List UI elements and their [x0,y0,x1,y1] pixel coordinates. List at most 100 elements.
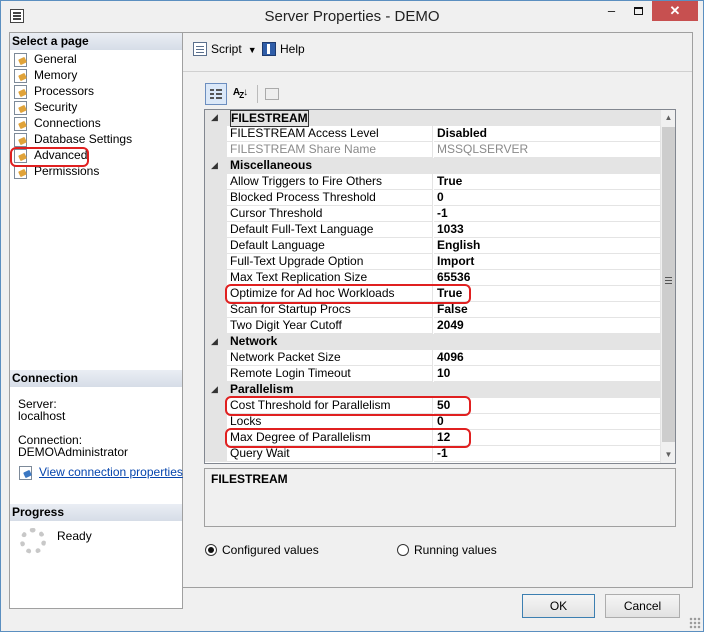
property-value[interactable]: 0 [434,190,660,206]
property-name: Full-Text Upgrade Option [227,254,433,270]
collapse-icon[interactable]: ◢ [211,158,218,173]
property-row[interactable]: FILESTREAM Share Name MSSQLSERVER [205,142,660,158]
configured-values-radio[interactable]: Configured values [205,543,319,557]
help-icon [262,42,276,56]
property-row[interactable]: Two Digit Year Cutoff 2049 [205,318,660,334]
scroll-down-icon[interactable]: ▼ [661,447,675,462]
select-page-header: Select a page [10,33,182,50]
page-label: General [34,52,77,66]
ok-button[interactable]: OK [522,594,595,618]
category-row[interactable]: ◢ Network [205,334,660,350]
property-row[interactable]: Default Full-Text Language 1033 [205,222,660,238]
page-advanced[interactable]: Advanced [13,147,87,163]
connection-header: Connection [10,370,182,387]
server-properties-window: Server Properties - DEMO – ✕ Select a pa… [0,0,704,632]
help-button[interactable]: Help [262,42,305,56]
property-name: Allow Triggers to Fire Others [227,174,433,190]
page-database-settings[interactable]: Database Settings [13,131,132,147]
sort-alphabetical-icon[interactable]: AZ↓ [229,83,251,105]
page-processors[interactable]: Processors [13,83,94,99]
property-value[interactable]: -1 [434,446,660,462]
minimize-button[interactable]: – [598,1,625,21]
property-value[interactable]: Disabled [434,126,660,142]
property-value[interactable]: English [434,238,660,254]
categorized-icon[interactable] [205,83,227,105]
property-name: Two Digit Year Cutoff [227,318,433,334]
property-value[interactable]: 10 [434,366,660,382]
category-label: Network [230,334,278,348]
property-row[interactable]: Max Text Replication Size 65536 [205,270,660,286]
page-connections[interactable]: Connections [13,115,101,131]
collapse-icon[interactable]: ◢ [211,334,218,349]
property-value[interactable]: 50 [434,398,660,414]
collapse-icon[interactable]: ◢ [211,382,218,397]
property-value[interactable]: Import [434,254,660,270]
maximize-icon [634,7,643,15]
property-value[interactable]: False [434,302,660,318]
scroll-up-icon[interactable]: ▲ [661,110,675,125]
property-row[interactable]: FILESTREAM Access Level Disabled [205,126,660,142]
vertical-scrollbar[interactable]: ▲ ▼ [660,110,675,463]
property-name: Max Degree of Parallelism [227,430,433,446]
maximize-button[interactable] [625,1,652,21]
property-row[interactable]: Remote Login Timeout 10 [205,366,660,382]
left-pane: Select a page General Memory Processors … [9,32,183,609]
property-row[interactable]: Scan for Startup Procs False [205,302,660,318]
property-value[interactable]: 65536 [434,270,660,286]
scroll-grip-icon [665,277,672,284]
property-pages-icon[interactable] [261,83,283,105]
property-row[interactable]: Cursor Threshold -1 [205,206,660,222]
property-grid: ◢ FILESTREAM FILESTREAM Access Level Disab… [204,109,676,464]
page-general[interactable]: General [13,51,77,67]
category-row[interactable]: ◢ Miscellaneous [205,158,660,174]
close-button[interactable]: ✕ [652,1,698,21]
page-permissions[interactable]: Permissions [13,163,99,179]
property-name: Scan for Startup Procs [227,302,433,318]
page-memory[interactable]: Memory [13,67,77,83]
property-value[interactable]: 4096 [434,350,660,366]
property-row[interactable]: Allow Triggers to Fire Others True [205,174,660,190]
page-label: Processors [34,84,95,98]
property-value[interactable]: 2049 [434,318,660,334]
property-name: Locks [227,414,433,430]
category-row[interactable]: ◢ Parallelism [205,382,660,398]
property-value[interactable]: True [434,174,660,190]
property-name: FILESTREAM Access Level [227,126,433,142]
page-icon [13,132,29,147]
property-row[interactable]: Network Packet Size 4096 [205,350,660,366]
property-name: Blocked Process Threshold [227,190,433,206]
property-row[interactable]: Default Language English [205,238,660,254]
view-connection-properties-link[interactable]: View connection properties [18,465,183,480]
property-row[interactable]: Cost Threshold for Parallelism 50 [205,398,660,414]
radio-unchecked-icon [397,544,409,556]
property-row[interactable]: Full-Text Upgrade Option Import [205,254,660,270]
property-name: Remote Login Timeout [227,366,433,382]
dropdown-arrow-icon: ▼ [247,45,257,55]
property-row[interactable]: Query Wait -1 [205,446,660,462]
property-value[interactable]: 12 [434,430,660,446]
page-icon [13,148,29,163]
page-label: Connections [34,116,101,130]
property-value[interactable]: 1033 [434,222,660,238]
property-value[interactable]: MSSQLSERVER [434,142,660,158]
property-value[interactable]: True [434,286,660,302]
cancel-button[interactable]: Cancel [605,594,680,618]
property-row[interactable]: Blocked Process Threshold 0 [205,190,660,206]
resize-grip-icon[interactable] [689,617,701,629]
description-panel: FILESTREAM [204,468,676,527]
property-name: Cursor Threshold [227,206,433,222]
property-value[interactable]: -1 [434,206,660,222]
collapse-icon[interactable]: ◢ [211,110,218,125]
property-row[interactable]: Locks 0 [205,414,660,430]
property-row[interactable]: Optimize for Ad hoc Workloads True [205,286,660,302]
scroll-thumb[interactable] [662,127,675,442]
property-row[interactable]: Max Degree of Parallelism 12 [205,430,660,446]
page-icon [13,164,29,179]
category-row[interactable]: ◢ FILESTREAM [205,110,660,127]
description-title: FILESTREAM [211,472,288,486]
running-values-radio[interactable]: Running values [397,543,497,557]
page-label: Security [34,100,78,114]
property-value[interactable]: 0 [434,414,660,430]
page-security[interactable]: Security [13,99,77,115]
script-button[interactable]: Script ▼ [193,42,257,56]
